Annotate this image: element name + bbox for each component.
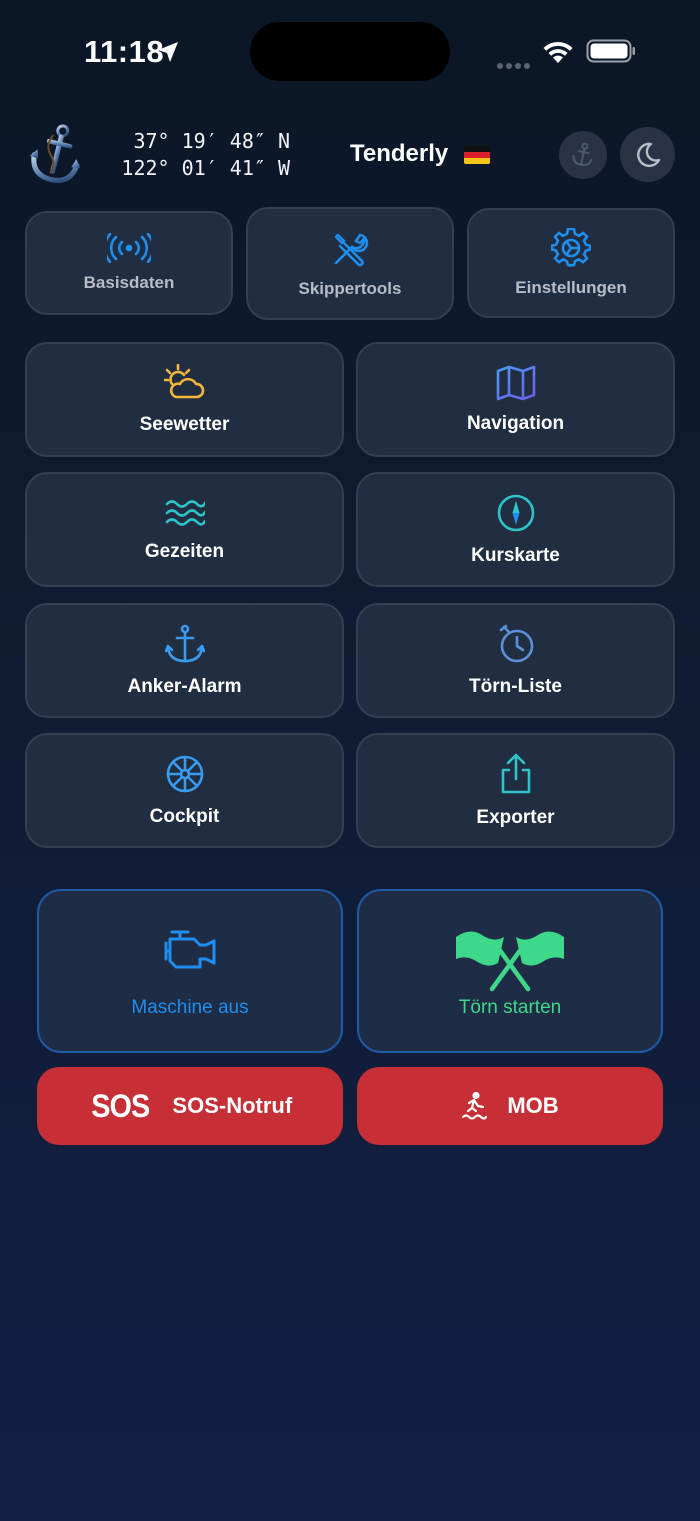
- kurskarte-label: Kurskarte: [471, 544, 560, 566]
- german-flag-icon: [464, 146, 490, 164]
- basisdaten-tile[interactable]: Basisdaten: [25, 211, 233, 315]
- sos-icon: SOS: [91, 1087, 150, 1124]
- start-trip-button[interactable]: Törn starten: [357, 889, 663, 1053]
- navigation-tile[interactable]: Navigation: [356, 342, 675, 457]
- anker-alarm-tile[interactable]: Anker-Alarm: [25, 603, 344, 718]
- toern-liste-tile[interactable]: Törn-Liste: [356, 603, 675, 718]
- einstellungen-label: Einstellungen: [515, 278, 627, 297]
- dark-mode-toggle[interactable]: [620, 127, 675, 182]
- cockpit-label: Cockpit: [149, 805, 220, 827]
- skippertools-tile[interactable]: Skippertools: [246, 207, 454, 320]
- wifi-icon: [543, 41, 573, 63]
- seewetter-label: Seewetter: [139, 413, 230, 435]
- sos-button[interactable]: SOS SOS-Notruf: [37, 1067, 343, 1145]
- location-arrow-icon: [158, 42, 178, 62]
- dynamic-island: [250, 22, 450, 81]
- mob-button[interactable]: MOB: [357, 1067, 663, 1145]
- share-icon: [501, 753, 530, 793]
- battery-icon: [586, 39, 635, 63]
- app-screen: 11:18 37° 19′ 48″ N 122° 01′ 41″ W Tende…: [0, 0, 700, 1521]
- gear-icon: [551, 228, 591, 267]
- crossed-flags-icon: [456, 931, 564, 992]
- person-overboard-icon: [462, 1092, 488, 1120]
- antenna-icon: [107, 233, 151, 263]
- kurskarte-tile[interactable]: Kurskarte: [356, 472, 675, 587]
- toern-liste-label: Törn-Liste: [469, 675, 562, 697]
- sos-label: SOS-Notruf: [172, 1093, 293, 1118]
- app-logo-anchor-icon: [29, 124, 81, 183]
- gezeiten-label: Gezeiten: [144, 540, 225, 562]
- einstellungen-tile[interactable]: Einstellungen: [467, 208, 675, 318]
- mob-label: MOB: [507, 1093, 559, 1118]
- engine-toggle-button[interactable]: Maschine aus: [37, 889, 343, 1053]
- timer-icon: [499, 624, 533, 662]
- helm-icon: [166, 755, 203, 792]
- longitude-text: 122° 01′ 41″ W: [121, 156, 290, 180]
- compass-icon: [497, 494, 534, 531]
- gezeiten-tile[interactable]: Gezeiten: [25, 472, 344, 587]
- skippertools-label: Skippertools: [298, 278, 402, 298]
- status-bar: 11:18: [0, 0, 700, 100]
- moon-icon: [636, 142, 660, 167]
- map-icon: [496, 365, 535, 400]
- sun-cloud-icon: [163, 363, 204, 398]
- anchor-mode-button[interactable]: [559, 131, 607, 179]
- exporter-label: Exporter: [476, 806, 555, 828]
- anchor-icon: [164, 624, 205, 662]
- engine-status-label: Maschine aus: [131, 997, 249, 1018]
- seewetter-tile[interactable]: Seewetter: [25, 342, 344, 457]
- start-trip-label: Törn starten: [458, 997, 562, 1018]
- cockpit-tile[interactable]: Cockpit: [25, 733, 344, 848]
- waves-icon: [165, 499, 205, 526]
- exporter-tile[interactable]: Exporter: [356, 733, 675, 848]
- basisdaten-label: Basisdaten: [83, 273, 175, 292]
- latitude-text: 37° 19′ 48″ N: [133, 129, 290, 153]
- anker-alarm-label: Anker-Alarm: [127, 675, 242, 697]
- tools-icon: [334, 233, 369, 266]
- cellular-signal-icon: [497, 56, 533, 69]
- anchor-icon: [572, 142, 593, 167]
- status-time: 11:18: [84, 34, 165, 69]
- gps-coordinates: 37° 19′ 48″ N 122° 01′ 41″ W: [100, 128, 290, 182]
- boat-name: Tenderly: [350, 140, 449, 167]
- engine-icon: [164, 930, 216, 969]
- navigation-label: Navigation: [466, 412, 565, 434]
